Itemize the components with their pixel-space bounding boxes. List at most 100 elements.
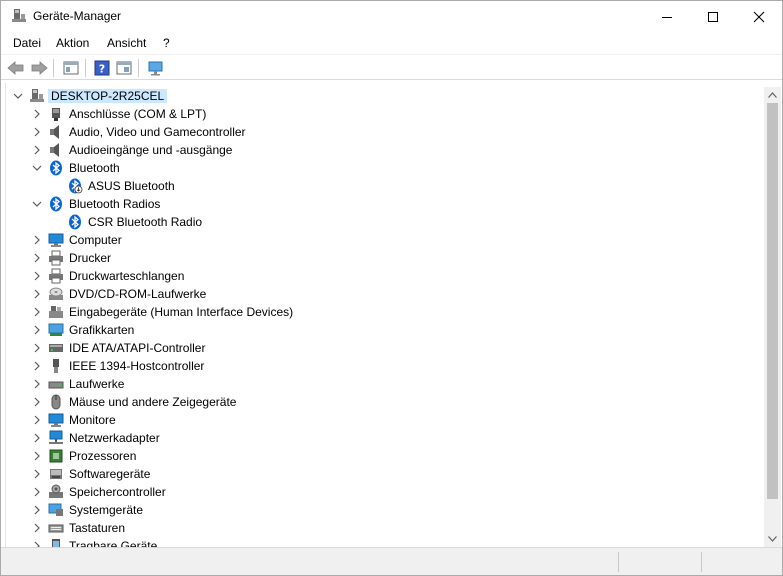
tree-category-node[interactable]: Monitore (6, 411, 764, 429)
forward-button[interactable] (29, 58, 49, 78)
tree-category-node[interactable]: Anschlüsse (COM & LPT) (6, 105, 764, 123)
maximize-button[interactable] (690, 1, 736, 32)
close-button[interactable] (736, 1, 782, 32)
portable-device-icon (48, 538, 64, 547)
tree-category-node[interactable]: Computer (6, 231, 764, 249)
toolbar-separator (53, 59, 54, 77)
printer-icon (48, 250, 64, 266)
tree-item-label: Tastaturen (69, 521, 126, 535)
tree-item-label: Systemgeräte (69, 503, 144, 517)
tree-category-node[interactable]: DVD/CD-ROM-Laufwerke (6, 285, 764, 303)
collapse-chevron-right-icon[interactable] (31, 486, 43, 498)
tree-item-label: Computer (69, 233, 122, 247)
tree-category-node[interactable]: Bluetooth (6, 159, 764, 177)
tree-item-label: ASUS Bluetooth (88, 179, 175, 193)
tree-item-label: Bluetooth Radios (69, 197, 161, 211)
scan-hardware-icon (148, 61, 163, 76)
tree-category-node[interactable]: Audioeingänge und -ausgänge (6, 141, 764, 159)
properties-icon (116, 61, 132, 75)
collapse-chevron-right-icon[interactable] (31, 360, 43, 372)
menu-help[interactable]: ? (163, 36, 170, 50)
bluetooth-icon (67, 214, 83, 230)
tree-item-label: Prozessoren (69, 449, 137, 463)
tree-category-node[interactable]: Tragbare Geräte (6, 537, 764, 547)
tree-category-node[interactable]: Systemgeräte (6, 501, 764, 519)
tree-category-node[interactable]: Laufwerke (6, 375, 764, 393)
tree-category-node[interactable]: Speichercontroller (6, 483, 764, 501)
tree-category-node[interactable]: Audio, Video und Gamecontroller (6, 123, 764, 141)
tree-category-node[interactable]: Prozessoren (6, 447, 764, 465)
tree-category-node[interactable]: Netzwerkadapter (6, 429, 764, 447)
collapse-chevron-right-icon[interactable] (31, 504, 43, 516)
collapse-chevron-right-icon[interactable] (31, 450, 43, 462)
collapse-chevron-right-icon[interactable] (31, 144, 43, 156)
menu-datei[interactable]: Datei (13, 36, 41, 50)
tree-device-node[interactable]: ASUS Bluetooth (6, 177, 764, 195)
menu-aktion[interactable]: Aktion (56, 36, 89, 50)
scan-hardware-button[interactable] (146, 58, 166, 78)
device-tree[interactable]: DESKTOP-2R25CEL Anschlüsse (COM & LPT) Aud… (5, 83, 764, 547)
tree-item-label: Drucker (69, 251, 112, 265)
collapse-chevron-right-icon[interactable] (31, 324, 43, 336)
storage-controller-icon (48, 484, 64, 500)
speaker-icon (48, 124, 64, 140)
scroll-down-arrow-icon (768, 536, 777, 542)
scroll-up-button[interactable] (764, 87, 781, 103)
collapse-chevron-right-icon[interactable] (31, 234, 43, 246)
collapse-chevron-right-icon[interactable] (31, 540, 43, 547)
tree-item-label: Monitore (69, 413, 116, 427)
collapse-chevron-right-icon[interactable] (31, 468, 43, 480)
expand-chevron-down-icon[interactable] (31, 198, 43, 210)
tree-category-node[interactable]: Drucker (6, 249, 764, 267)
tree-item-label: IDE ATA/ATAPI-Controller (69, 341, 206, 355)
tree-item-label: Mäuse und andere Zeigegeräte (69, 395, 237, 409)
tree-category-node[interactable]: Mäuse und andere Zeigegeräte (6, 393, 764, 411)
scrollbar-thumb[interactable] (767, 103, 778, 499)
tree-category-node[interactable]: Eingabegeräte (Human Interface Devices) (6, 303, 764, 321)
tree-category-node[interactable]: Tastaturen (6, 519, 764, 537)
collapse-chevron-right-icon[interactable] (31, 396, 43, 408)
collapse-chevron-right-icon[interactable] (31, 414, 43, 426)
collapse-chevron-right-icon[interactable] (31, 126, 43, 138)
tree-item-label: CSR Bluetooth Radio (88, 215, 203, 229)
collapse-chevron-right-icon[interactable] (31, 522, 43, 534)
collapse-chevron-right-icon[interactable] (31, 378, 43, 390)
back-button[interactable] (6, 58, 26, 78)
menu-ansicht[interactable]: Ansicht (107, 36, 146, 50)
collapse-chevron-right-icon[interactable] (31, 288, 43, 300)
tree-category-node[interactable]: Druckwarteschlangen (6, 267, 764, 285)
collapse-chevron-right-icon[interactable] (31, 306, 43, 318)
collapse-chevron-right-icon[interactable] (31, 270, 43, 282)
title-bar[interactable]: Geräte-Manager (1, 1, 782, 32)
tree-item-label: Speichercontroller (69, 485, 166, 499)
properties-button[interactable] (114, 58, 134, 78)
tree-category-node[interactable]: IEEE 1394-Hostcontroller (6, 357, 764, 375)
tree-root-node[interactable]: DESKTOP-2R25CEL (6, 87, 764, 105)
expand-chevron-down-icon[interactable] (12, 90, 24, 102)
forward-arrow-icon (31, 61, 48, 75)
collapse-chevron-right-icon[interactable] (31, 108, 43, 120)
expand-chevron-down-icon[interactable] (31, 162, 43, 174)
vertical-scrollbar[interactable] (764, 87, 781, 547)
back-arrow-icon (7, 61, 24, 75)
tree-category-node[interactable]: IDE ATA/ATAPI-Controller (6, 339, 764, 357)
tree-item-label: Laufwerke (69, 377, 125, 391)
minimize-button[interactable] (644, 1, 690, 32)
bluetooth-icon (48, 196, 64, 212)
port-icon (48, 106, 64, 122)
tree-item-label: Netzwerkadapter (69, 431, 160, 445)
tree-category-node[interactable]: Bluetooth Radios (6, 195, 764, 213)
device-manager-window: Geräte-Manager Datei Aktion Ansicht ? ? (0, 0, 783, 576)
collapse-chevron-right-icon[interactable] (31, 432, 43, 444)
help-button[interactable]: ? (92, 58, 112, 78)
scroll-down-button[interactable] (764, 531, 781, 547)
tree-item-label: IEEE 1394-Hostcontroller (69, 359, 205, 373)
tree-category-node[interactable]: Grafikkarten (6, 321, 764, 339)
tree-device-node[interactable]: CSR Bluetooth Radio (6, 213, 764, 231)
svg-text:?: ? (99, 63, 105, 76)
collapse-chevron-right-icon[interactable] (31, 342, 43, 354)
disc-icon (48, 286, 64, 302)
show-hide-console-tree-button[interactable] (61, 58, 81, 78)
tree-category-node[interactable]: Softwaregeräte (6, 465, 764, 483)
collapse-chevron-right-icon[interactable] (31, 252, 43, 264)
